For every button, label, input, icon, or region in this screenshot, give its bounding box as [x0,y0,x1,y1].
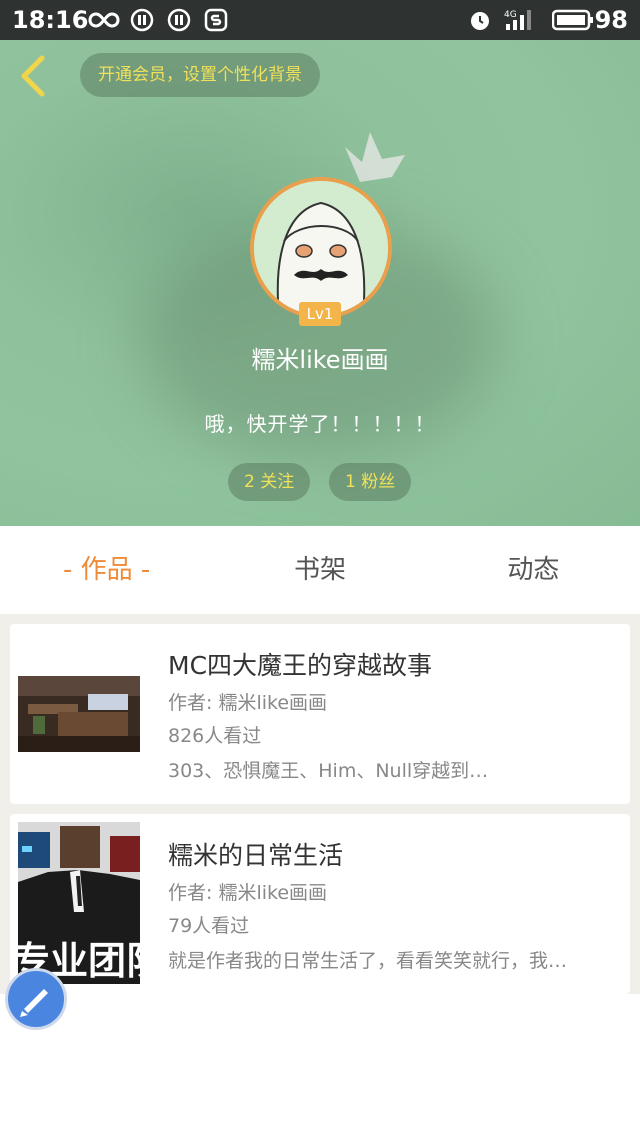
work-author: 作者: 糯米like画画 [168,692,328,714]
user-nickname: 糯米like画画 [251,346,389,374]
following-button[interactable]: 2 关注 [228,463,311,501]
status-time: 18:16 [12,6,89,34]
crown-icon [345,132,405,182]
alarm-icon [471,12,489,30]
user-bio: 哦，快开学了！！！！！ [204,412,436,436]
work-title: MC四大魔王的穿越故事 [168,651,433,680]
brush-icon [20,989,48,1017]
status-bar: 18:16 4G 98 [0,0,640,40]
signal-4g-icon: 4G [504,10,531,30]
work-views: 79人看过 [168,915,250,937]
avatar-image [254,181,388,315]
work-title: 糯米的日常生活 [168,841,344,870]
svg-text:4G: 4G [504,10,517,20]
app-icon [204,8,228,32]
back-arrow-icon[interactable] [14,54,54,98]
work-card[interactable]: 专业团队 糯米的日常生活 作者: 糯米like画画 79人看过 就是作者我的日常… [10,814,630,994]
work-author: 作者: 糯米like画画 [168,882,328,904]
vip-background-button[interactable]: 开通会员，设置个性化背景 [80,53,320,97]
profile-header: 开通会员，设置个性化背景 Lv1 糯米like画画 哦，快开学了！！！！！ 2 … [0,40,640,526]
infinity-icon [88,12,120,28]
battery-icon [552,9,593,31]
work-thumbnail [18,676,140,752]
work-card[interactable]: MC四大魔王的穿越故事 作者: 糯米like画画 826人看过 303、恐惧魔王… [10,624,630,804]
work-views: 826人看过 [168,725,262,747]
work-thumbnail: 专业团队 [18,822,140,984]
tab-bookshelf[interactable]: 书架 [213,526,426,614]
profile-tabs: - 作品 - 书架 动态 [0,526,640,614]
tab-works[interactable]: - 作品 - [0,526,213,614]
level-badge: Lv1 [299,302,341,326]
avatar[interactable] [250,177,392,319]
work-summary: 就是作者我的日常生活了，看看笑笑就行，我… [168,950,568,972]
pause-icon [130,8,154,32]
followers-button[interactable]: 1 粉丝 [329,463,412,501]
pause-icon [167,8,191,32]
tab-activity[interactable]: 动态 [427,526,640,614]
battery-level: 98 [594,6,628,34]
floating-action-button[interactable] [5,968,67,1030]
work-summary: 303、恐惧魔王、Him、Null穿越到… [168,760,489,782]
